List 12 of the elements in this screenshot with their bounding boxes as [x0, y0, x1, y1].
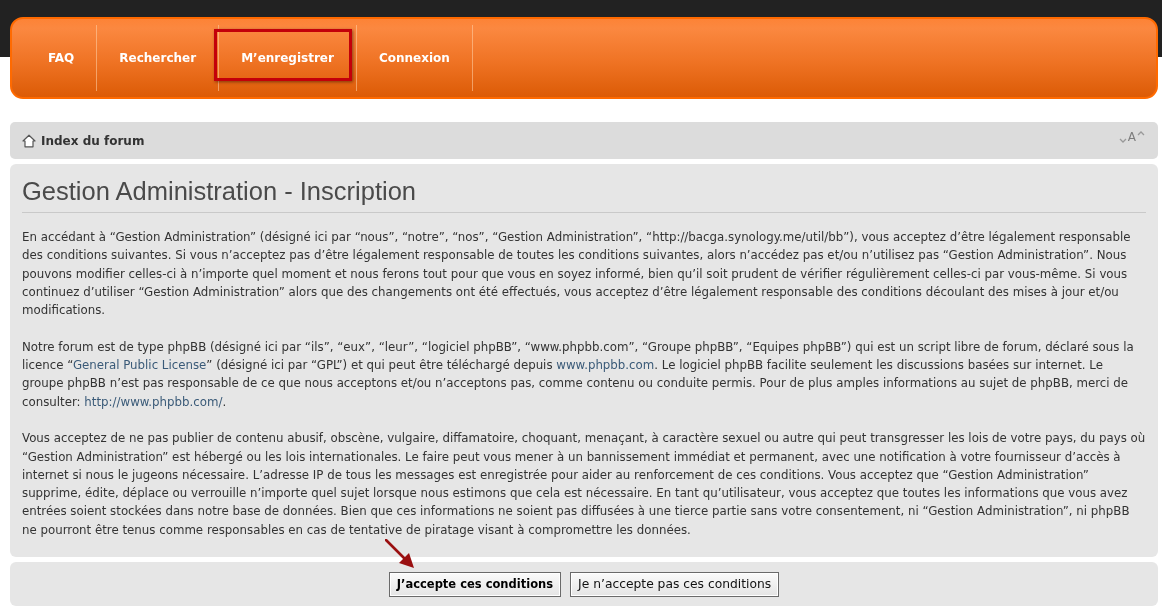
text-link[interactable]: General Public License — [72, 358, 207, 373]
terms-paragraph: Notre forum est de type phpBB (désigné ici par “ils”, “eux”, “leur”, “logiciel phpBB”, “www.phpbb.com”, “Groupe phpBB”, “Equipes phpBB”) qui est un script libre de forum, déclaré sous la licence “General Public License” (désigné ici par “GPL”) et qui peut être téléchargé depuis www.phpbb.com. Le logiciel phpBB facilite seulement les discussions basées sur internet. Le groupe phpBB n’est pas responsable de ce que nous acceptons et/ou n’acceptons pas, comme contenu ou conduite permis. Pour de plus amples informations au sujet de phpBB, merci de consulter: http://www.phpbb.com/. — [22, 338, 1135, 411]
chevron-down-icon — [1118, 137, 1127, 143]
terms-paragraph: Vous acceptez de ne pas publier de contenu abusif, obscène, vulgaire, diffamatoire, choquant, menaçant, à caractère sexuel ou autre qui peut transgresser les lois de votre pays, du pays où “Gestion Administration” est hébergé ou les lois internationales. Le faire peut vous mener à un bannissement immédiat et permanent, avec une notification à votre fournisseur d’accès à internet si nous le jugeons nécessaire. L’adresse IP de tous les messages est enregistrée pour aider au renforcement de ces conditions. Vous acceptez que “Gestion Administration” supprime, édite, déplace ou verrouille n’importe quel sujet lorsque nous estimons que cela est nécessaire. En tant qu’utilisateur, vous acceptez que toutes les informations que vous avez entrées soient stockées dans notre base de données. Bien que ces informations ne soient pas diffusées à une tierce partie sans votre consentement, ni “Gestion Administration”, ni phpBB ne pourront être tenus comme responsables en cas de tentative de piratage visant à compromettre les données. — [22, 430, 1146, 539]
chevron-up-icon — [1137, 130, 1145, 136]
font-size-button[interactable]: A — [1118, 128, 1145, 145]
breadcrumb-link[interactable]: Index du forum — [41, 133, 145, 148]
home-icon — [22, 133, 36, 148]
terms-paragraph: En accédant à “Gestion Administration” (désigné ici par “nous”, “notre”, “nos”, “Gestion Administration”, “http://bacga.synology.me/util/bb”), vous acceptez d’être légalement responsable des conditions suivantes. Si vous n’acceptez pas d’être légalement responsable de toutes les conditions suivantes, alors n’accédez pas et/ou n’utilisez pas “Gestion Administration”. Nous pouvons modifier celles-ci à n’importe quel moment et nous ferons tout pour que vous en soyez informé, bien qu’il soit prudent de vérifier régulièrement celles-ci par vous-même. Si vous continuez d’utiliser “Gestion Administration” alors que des changements ont été effectués, vous acceptez d’être légalement responsable des conditions découlant des mises à jour et/ou modifications. — [22, 229, 1132, 320]
page-title: Gestion Administration - Inscription — [22, 174, 1146, 213]
text-link[interactable]: http://www.phpbb.com/ — [84, 394, 223, 409]
decline-button[interactable]: Je n’accepte pas ces conditions — [570, 571, 780, 597]
